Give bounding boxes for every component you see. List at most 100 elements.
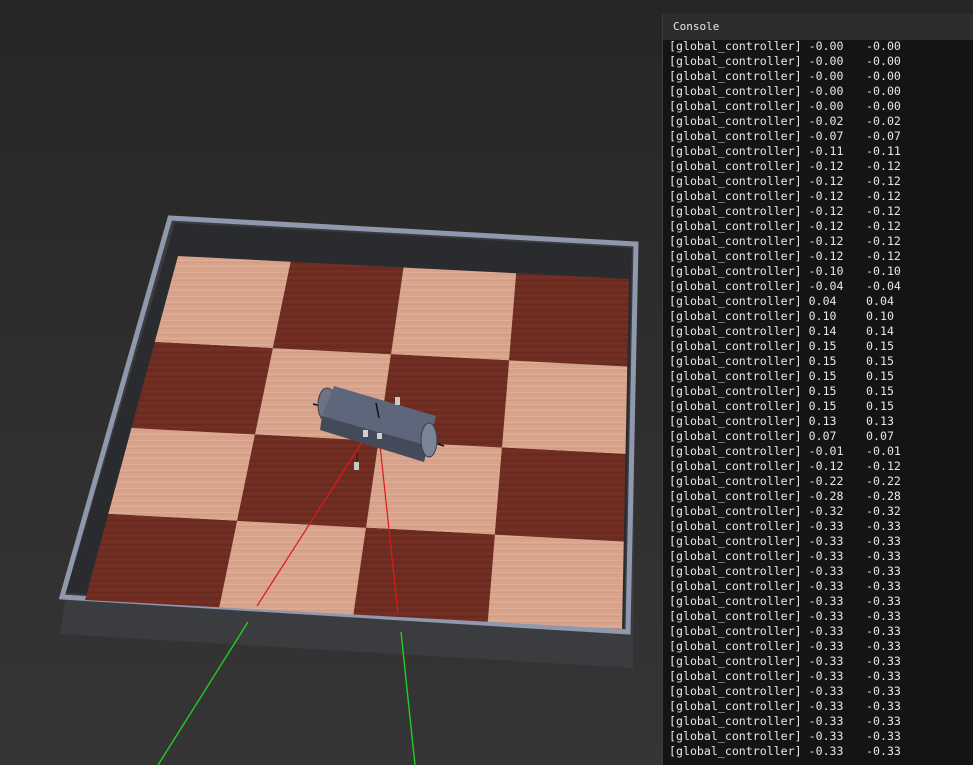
checkerboard-floor <box>85 256 629 629</box>
console-line-value-1: -0.00 <box>808 54 844 68</box>
console-line-value-2: -0.00 <box>866 84 901 98</box>
console-line-tag: [global_controller] <box>669 549 802 563</box>
floor-tile-light <box>219 520 366 615</box>
console-line-tag: [global_controller] <box>669 99 802 113</box>
console-line-value-1: -0.00 <box>808 99 844 113</box>
console-line: [global_controller] -0.33 -0.33 <box>669 609 973 624</box>
console-line-value-1: -0.12 <box>808 159 844 173</box>
console-line-tag: [global_controller] <box>669 354 802 368</box>
console-line-tag: [global_controller] <box>669 174 802 188</box>
floor-tile-dark <box>131 342 273 435</box>
console-panel[interactable]: Console [global_controller] -0.00 -0.00 [g… <box>662 14 973 765</box>
console-line-value-1: 0.07 <box>808 429 837 443</box>
console-line-value-1: -0.33 <box>808 654 844 668</box>
console-line-value-2: -0.10 <box>866 264 901 278</box>
console-line: [global_controller] -0.33 -0.33 <box>669 594 973 609</box>
console-line: [global_controller] -0.32 -0.32 <box>669 504 973 519</box>
console-line-tag: [global_controller] <box>669 564 802 578</box>
console-line-tag: [global_controller] <box>669 369 802 383</box>
console-line-value-1: -0.33 <box>808 579 844 593</box>
console-line-tag: [global_controller] <box>669 114 802 128</box>
console-line: [global_controller] -0.12 -0.12 <box>669 459 973 474</box>
console-line-value-1: 0.15 <box>808 354 837 368</box>
console-line-value-2: -0.33 <box>866 699 901 713</box>
console-line-value-2: -0.33 <box>866 744 901 758</box>
console-line-value-2: 0.14 <box>866 324 894 338</box>
console-line-value-2: -0.12 <box>866 189 901 203</box>
console-line-value-2: -0.28 <box>866 489 901 503</box>
console-line-value-2: -0.33 <box>866 564 901 578</box>
console-line: [global_controller] 0.14 0.14 <box>669 324 973 339</box>
console-line-tag: [global_controller] <box>669 339 802 353</box>
console-line-tag: [global_controller] <box>669 459 802 473</box>
console-line-tag: [global_controller] <box>669 54 802 68</box>
console-line-tag: [global_controller] <box>669 444 802 458</box>
console-line: [global_controller] -0.33 -0.33 <box>669 699 973 714</box>
console-line-tag: [global_controller] <box>669 684 802 698</box>
console-line-value-1: -0.11 <box>808 144 844 158</box>
console-line: [global_controller] -0.11 -0.11 <box>669 144 973 159</box>
console-line-tag: [global_controller] <box>669 414 802 428</box>
console-line: [global_controller] -0.02 -0.02 <box>669 114 973 129</box>
console-line-value-1: -0.33 <box>808 519 844 533</box>
console-line-value-1: -0.33 <box>808 594 844 608</box>
console-line: [global_controller] -0.33 -0.33 <box>669 669 973 684</box>
floor-tile-dark <box>494 447 626 542</box>
console-line-tag: [global_controller] <box>669 609 802 623</box>
console-line-tag: [global_controller] <box>669 714 802 728</box>
console-line-tag: [global_controller] <box>669 324 802 338</box>
console-line-value-2: -0.33 <box>866 519 901 533</box>
console-line: [global_controller] -0.00 -0.00 <box>669 69 973 84</box>
console-line: [global_controller] -0.00 -0.00 <box>669 39 973 54</box>
console-line-value-2: -0.33 <box>866 579 901 593</box>
robot-sensor-2 <box>363 430 368 437</box>
console-line-value-1: 0.15 <box>808 384 837 398</box>
console-line-value-2: -0.12 <box>866 174 901 188</box>
console-line: [global_controller] -0.04 -0.04 <box>669 279 973 294</box>
console-line-value-2: 0.15 <box>866 384 894 398</box>
console-line-value-1: 0.14 <box>808 324 837 338</box>
console-line-value-1: -0.33 <box>808 699 844 713</box>
console-line: [global_controller] -0.33 -0.33 <box>669 654 973 669</box>
console-line-value-2: 0.15 <box>866 339 894 353</box>
console-line-value-1: -0.12 <box>808 234 844 248</box>
console-line: [global_controller] -0.12 -0.12 <box>669 234 973 249</box>
console-line-tag: [global_controller] <box>669 129 802 143</box>
floor-tile-light <box>366 441 502 535</box>
console-line-value-2: -0.33 <box>866 684 901 698</box>
console-line: [global_controller] -0.33 -0.33 <box>669 579 973 594</box>
console-line-value-1: -0.00 <box>808 84 844 98</box>
console-line-value-1: -0.33 <box>808 624 844 638</box>
console-line: [global_controller] -0.33 -0.33 <box>669 624 973 639</box>
console-line-tag: [global_controller] <box>669 429 802 443</box>
console-line-value-2: -0.22 <box>866 474 901 488</box>
console-line-value-1: -0.12 <box>808 174 844 188</box>
robot-sensor-4 <box>354 462 359 470</box>
console-line: [global_controller] 0.15 0.15 <box>669 384 973 399</box>
console-line-value-2: -0.33 <box>866 534 901 548</box>
console-line-tag: [global_controller] <box>669 189 802 203</box>
console-line: [global_controller] -0.33 -0.33 <box>669 549 973 564</box>
console-line-value-1: -0.04 <box>808 279 844 293</box>
floor-tile-light <box>487 534 624 629</box>
console-line-tag: [global_controller] <box>669 39 802 53</box>
console-line-tag: [global_controller] <box>669 594 802 608</box>
console-output[interactable]: [global_controller] -0.00 -0.00 [global_co… <box>669 39 973 765</box>
console-line: [global_controller] -0.33 -0.33 <box>669 534 973 549</box>
console-line-value-1: -0.33 <box>808 609 844 623</box>
console-line-value-2: 0.15 <box>866 399 894 413</box>
console-line-value-2: -0.00 <box>866 54 901 68</box>
console-line: [global_controller] -0.07 -0.07 <box>669 129 973 144</box>
console-line: [global_controller] -0.01 -0.01 <box>669 444 973 459</box>
console-line-value-2: -0.12 <box>866 459 901 473</box>
console-line-value-2: -0.33 <box>866 654 901 668</box>
console-line-value-1: -0.33 <box>808 684 844 698</box>
console-line: [global_controller] -0.10 -0.10 <box>669 264 973 279</box>
console-line: [global_controller] 0.04 0.04 <box>669 294 973 309</box>
console-line-value-2: -0.07 <box>866 129 901 143</box>
console-line-tag: [global_controller] <box>669 489 802 503</box>
console-line-tag: [global_controller] <box>669 159 802 173</box>
console-line: [global_controller] -0.28 -0.28 <box>669 489 973 504</box>
console-line: [global_controller] -0.12 -0.12 <box>669 204 973 219</box>
console-line-value-2: -0.33 <box>866 639 901 653</box>
